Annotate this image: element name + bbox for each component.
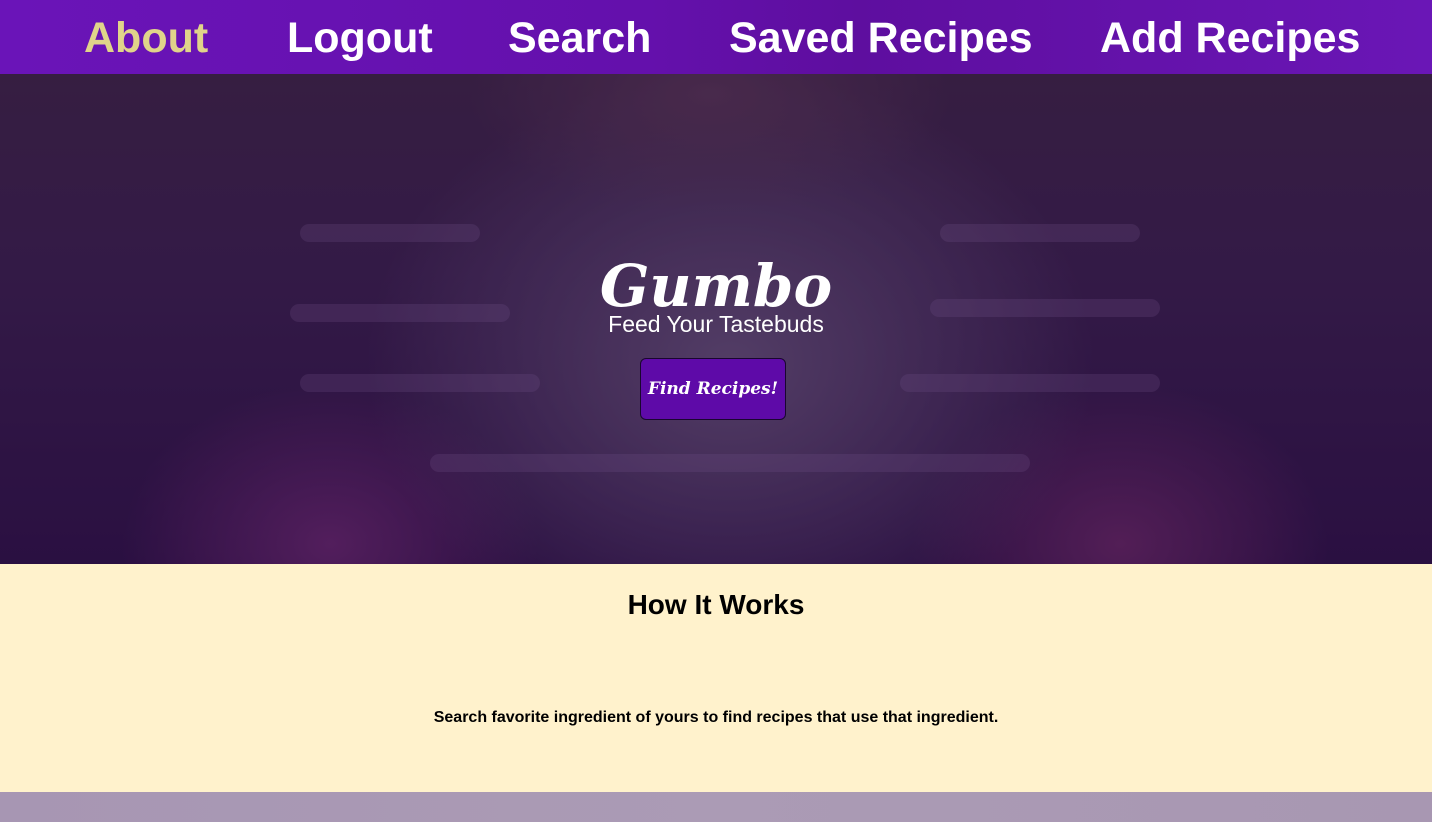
nav-link-saved-recipes[interactable]: Saved Recipes [729,14,1033,62]
page: About Logout Search Saved Recipes Add Re… [0,0,1432,822]
how-it-works-title: How It Works [627,589,805,620]
nav-link-search[interactable]: Search [508,14,651,62]
top-nav: About Logout Search Saved Recipes Add Re… [0,0,1432,74]
hero-section: Gumbo Feed Your Tastebuds Find Recipes! [0,74,1432,564]
hero-subtitle: Feed Your Tastebuds [608,311,824,337]
nav-link-add-recipes[interactable]: Add Recipes [1100,14,1360,62]
next-section-strip [0,792,1432,822]
find-recipes-button[interactable]: Find Recipes! [640,358,786,420]
nav-link-logout[interactable]: Logout [287,14,433,62]
how-it-works-section: How It Works Search favorite ingredient … [0,564,1432,792]
how-it-works-description: Search favorite ingredient of yours to f… [433,709,999,726]
nav-link-about[interactable]: About [84,14,208,62]
